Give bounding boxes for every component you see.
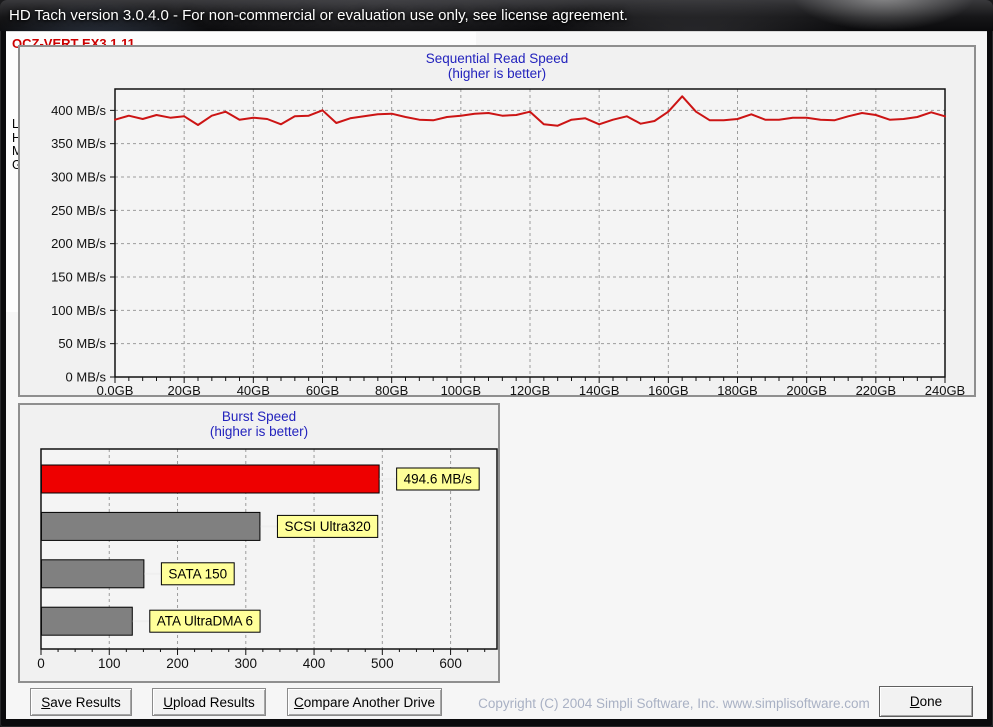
sequential-read-panel: Sequential Read Speed (higher is better)… [18,45,976,397]
sequential-read-chart: 0 MB/s50 MB/s100 MB/s150 MB/s200 MB/s250… [20,47,974,395]
svg-text:SATA 150: SATA 150 [168,566,227,581]
svg-text:80GB: 80GB [375,383,408,395]
svg-text:240GB: 240GB [925,383,965,395]
svg-text:140GB: 140GB [579,383,619,395]
svg-text:50 MB/s: 50 MB/s [58,336,106,351]
svg-text:494.6 MB/s: 494.6 MB/s [404,472,473,487]
upload-results-button[interactable]: Upload Results [152,688,266,716]
svg-text:0: 0 [37,656,45,671]
svg-text:400: 400 [303,656,326,671]
compare-another-drive-button[interactable]: Compare Another Drive [287,688,442,716]
svg-text:ATA UltraDMA 6: ATA UltraDMA 6 [157,614,253,629]
svg-text:100: 100 [98,656,121,671]
done-button[interactable]: Done [879,686,973,717]
svg-text:40GB: 40GB [237,383,270,395]
save-results-button[interactable]: Save Results [30,688,132,716]
svg-text:SCSI Ultra320: SCSI Ultra320 [284,519,370,534]
svg-text:100 MB/s: 100 MB/s [51,303,106,318]
svg-text:400 MB/s: 400 MB/s [51,103,106,118]
svg-text:0.0GB: 0.0GB [97,383,134,395]
svg-text:60GB: 60GB [306,383,339,395]
svg-text:150 MB/s: 150 MB/s [51,270,106,285]
svg-text:100GB: 100GB [441,383,481,395]
burst-speed-chart: 0 100 200 300 400 500 600 494.6 MB/s SCSI Ultra3… [20,405,498,681]
svg-text:350 MB/s: 350 MB/s [51,136,106,151]
window-title: HD Tach version 3.0.4.0 - For non-commer… [9,7,628,24]
title-bar[interactable]: HD Tach version 3.0.4.0 - For non-commer… [0,0,993,31]
svg-text:500: 500 [371,656,394,671]
copyright-text: Copyright (C) 2004 Simpli Software, Inc.… [464,696,884,711]
svg-text:180GB: 180GB [717,383,757,395]
svg-text:300 MB/s: 300 MB/s [51,170,106,185]
svg-text:120GB: 120GB [510,383,550,395]
svg-text:200 MB/s: 200 MB/s [51,236,106,251]
svg-text:200GB: 200GB [786,383,826,395]
hd-tach-window: HD Tach version 3.0.4.0 - For non-commer… [0,0,993,727]
svg-text:600: 600 [439,656,462,671]
svg-text:20GB: 20GB [168,383,201,395]
svg-text:200: 200 [166,656,189,671]
svg-text:220GB: 220GB [856,383,896,395]
svg-text:250 MB/s: 250 MB/s [51,203,106,218]
client-area: Sequential Read Speed (higher is better)… [6,31,987,719]
burst-speed-panel: Burst Speed (higher is better) 010020030… [18,403,500,683]
svg-text:160GB: 160GB [648,383,688,395]
svg-text:300: 300 [235,656,258,671]
